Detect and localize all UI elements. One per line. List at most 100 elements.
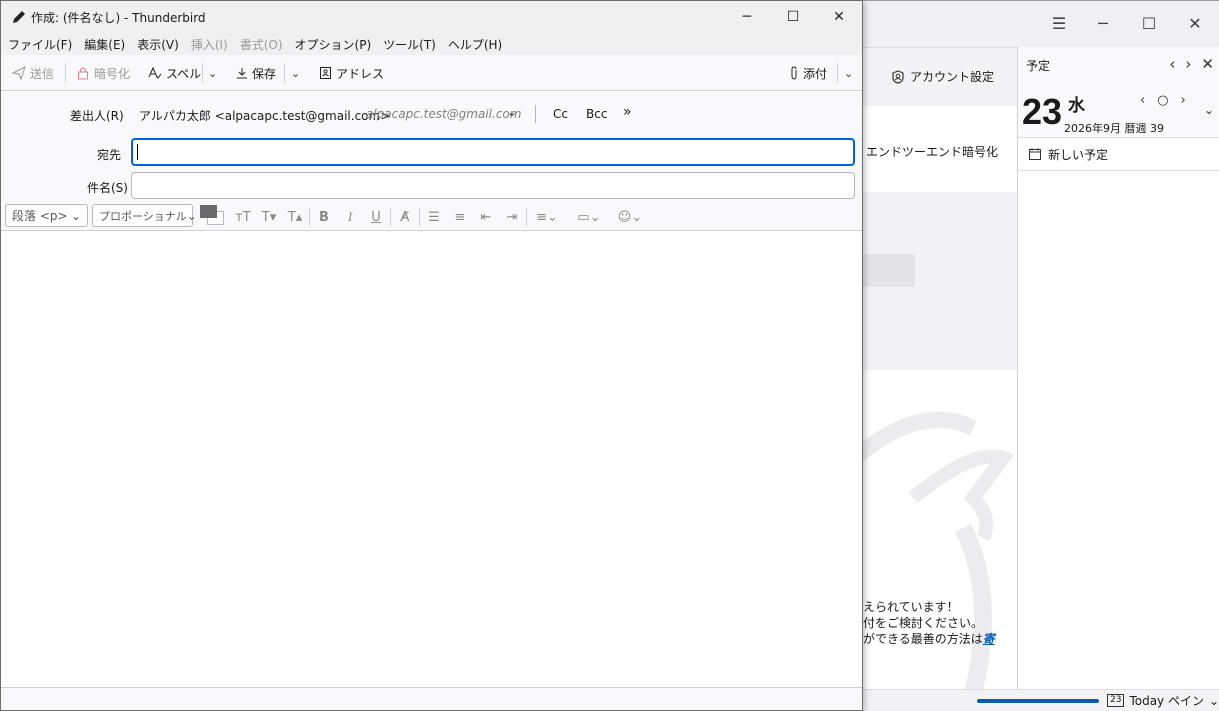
paragraph-format-select[interactable]: 段落 <p> ⌄: [5, 204, 88, 227]
next-day-icon[interactable]: ›: [1181, 93, 1186, 108]
spell-label: スペル: [166, 66, 202, 81]
spell-menu-button[interactable]: ⌄: [208, 64, 217, 82]
send-icon: [12, 66, 26, 80]
format-separator: [309, 208, 310, 226]
chevron-down-icon: ⌄: [291, 66, 301, 80]
download-icon: [237, 68, 247, 79]
numbered-list-icon[interactable]: ≡: [451, 208, 469, 226]
emoji-menu-icon[interactable]: ☺⌄: [614, 208, 646, 226]
promo-line: ができる最善の方法は寄: [863, 632, 995, 646]
today-pane-title: 予定: [1026, 58, 1051, 73]
toolbar-separator: [202, 63, 203, 83]
minimize-button[interactable]: ─: [724, 1, 770, 33]
previous-icon[interactable]: ‹: [1169, 55, 1175, 73]
chevron-down-icon: ⌄: [844, 66, 854, 80]
from-select[interactable]: アルパカ太郎 <alpacapc.test@gmail.com>: [139, 107, 390, 124]
close-icon[interactable]: ✕: [1201, 55, 1214, 73]
attach-button[interactable]: 添付: [789, 64, 827, 82]
send-button[interactable]: 送信: [12, 64, 54, 82]
chevron-down-icon: ⌄: [70, 208, 81, 223]
menu-icon[interactable]: ☰: [1044, 9, 1074, 37]
bold-icon[interactable]: B: [315, 208, 333, 226]
toolbar-separator: [837, 63, 838, 83]
insert-image-menu-icon[interactable]: ▭⌄: [573, 208, 605, 226]
menu-tools[interactable]: ツール(T): [382, 36, 442, 53]
underline-icon[interactable]: U: [367, 208, 385, 226]
new-event-button[interactable]: 新しい予定: [1018, 137, 1219, 171]
format-separator: [419, 208, 420, 226]
today-pane-label: Today ペイン: [1129, 694, 1204, 708]
address-book-button[interactable]: アドレス: [319, 64, 384, 82]
date-line: 2026年9月 暦週 39: [1064, 122, 1164, 135]
donate-link[interactable]: 寄: [983, 632, 995, 646]
font-size-smaller-icon[interactable]: T▾: [260, 208, 278, 226]
paragraph-format-value: 段落 <p>: [12, 209, 68, 223]
indent-icon[interactable]: ⇥: [503, 208, 521, 226]
subject-field[interactable]: [131, 172, 855, 199]
format-separator: [526, 208, 527, 226]
menu-insert[interactable]: 挿入(I): [190, 36, 234, 53]
align-menu-icon[interactable]: ≡⌄: [532, 208, 562, 226]
menu-view[interactable]: 表示(V): [136, 36, 185, 53]
menu-edit[interactable]: 編集(E): [83, 36, 131, 53]
address-label: アドレス: [336, 66, 385, 81]
from-label: 差出人(R): [70, 109, 124, 123]
menu-format[interactable]: 書式(O): [239, 36, 289, 53]
italic-icon[interactable]: I: [341, 208, 359, 226]
next-icon[interactable]: ›: [1185, 55, 1191, 73]
promo-line: えられています！: [863, 600, 959, 614]
compose-titlebar: 作成: (件名なし) - Thunderbird ─ ☐ ✕: [1, 1, 862, 33]
text-color-swatch: [200, 205, 217, 218]
cc-button[interactable]: Cc: [553, 107, 568, 121]
bcc-button[interactable]: Bcc: [586, 107, 607, 121]
from-alias: alpacapc.test@gmail.com: [366, 107, 522, 121]
close-button[interactable]: ✕: [1180, 9, 1210, 37]
chevron-down-icon[interactable]: ⌄: [1204, 103, 1214, 117]
format-toolbar: 段落 <p> ⌄ プロポーショナル ⌄ ᴛT T▾ T▴ B I U A̸ ☰ …: [1, 202, 862, 231]
spell-button[interactable]: スペル: [148, 64, 201, 82]
address-book-icon: [320, 67, 331, 79]
chevron-down-icon: ⌄: [186, 208, 197, 223]
message-body-editor[interactable]: [1, 231, 862, 687]
encrypt-button[interactable]: 暗号化: [76, 64, 130, 82]
pencil-icon: [13, 11, 25, 23]
font-select[interactable]: プロポーショナル ⌄: [92, 204, 197, 227]
clear-format-icon[interactable]: A̸: [396, 208, 414, 226]
format-separator: [390, 208, 391, 226]
menu-options[interactable]: オプション(P): [294, 36, 378, 53]
maximize-button[interactable]: ☐: [770, 1, 816, 33]
today-pane-nav: ‹ › ✕: [1169, 55, 1214, 73]
menu-help[interactable]: ヘルプ(H): [447, 36, 508, 53]
outdent-icon[interactable]: ⇤: [477, 208, 495, 226]
agenda-list: [1018, 171, 1219, 689]
account-central-pane: アカウント設定 エンドツーエンド暗号化 えられています！ 付をご検討ください。 …: [863, 47, 1017, 689]
account-settings-label: アカウント設定: [910, 70, 995, 84]
more-fields-button[interactable]: »: [623, 104, 632, 120]
text-caret: [137, 144, 138, 160]
account-settings-icon: [892, 69, 904, 84]
attach-menu-button[interactable]: ⌄: [844, 64, 853, 82]
menu-file[interactable]: ファイル(F): [7, 36, 78, 53]
previous-day-icon[interactable]: ‹: [1140, 93, 1145, 108]
bullet-list-icon[interactable]: ☰: [425, 208, 443, 226]
today-pane: 予定 ‹ › ✕ 23 水 2026年9月 暦週 39 ‹ ○ › ⌄ 新しい予…: [1017, 47, 1219, 689]
font-size-normal-icon[interactable]: ᴛT: [234, 208, 252, 226]
today-pane-toggle[interactable]: 23 Today ペイン ⌄: [1107, 692, 1219, 709]
minimize-button[interactable]: ─: [1088, 9, 1118, 37]
close-button[interactable]: ✕: [816, 1, 862, 33]
chevron-down-icon: ⌄: [208, 66, 218, 80]
save-button[interactable]: 保存: [236, 64, 276, 82]
promo-line: 付をご検討ください。: [863, 616, 984, 630]
e2e-encryption-link[interactable]: エンドツーエンド暗号化: [866, 143, 998, 160]
font-size-larger-icon[interactable]: T▴: [286, 208, 304, 226]
today-circle-icon[interactable]: ○: [1157, 93, 1168, 108]
maximize-button[interactable]: ☐: [1134, 9, 1164, 37]
to-field[interactable]: [131, 138, 855, 166]
chevron-down-icon[interactable]: ⌄: [507, 105, 517, 119]
background-button[interactable]: [863, 254, 915, 287]
menubar: ファイル(F) 編集(E) 表示(V) 挿入(I) 書式(O) オプション(P)…: [1, 33, 862, 55]
save-menu-button[interactable]: ⌄: [291, 64, 300, 82]
to-label: 宛先: [97, 148, 122, 162]
compose-window: 作成: (件名なし) - Thunderbird ─ ☐ ✕ ファイル(F) 編…: [0, 0, 863, 711]
account-settings-link[interactable]: アカウント設定: [891, 68, 994, 85]
